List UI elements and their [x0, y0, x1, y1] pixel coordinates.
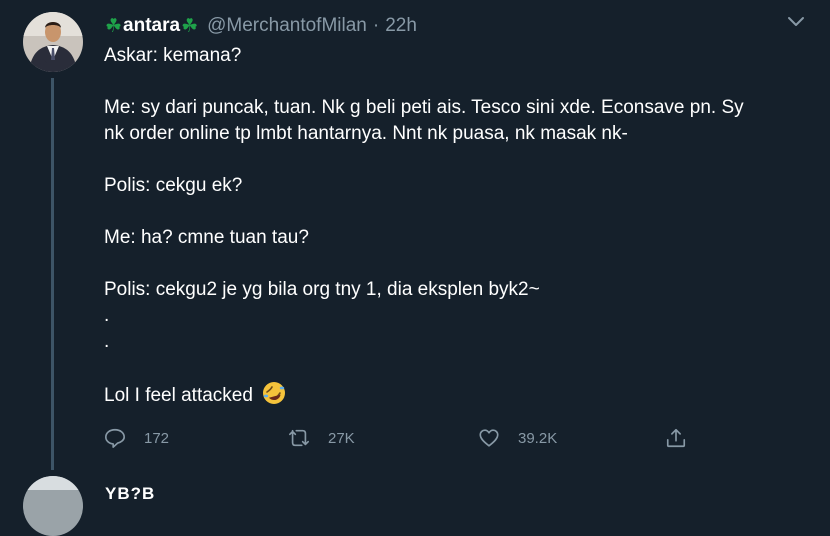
- tweet-line: .: [104, 331, 110, 352]
- share-button[interactable]: [665, 425, 687, 451]
- like-button[interactable]: 39.2K: [478, 425, 557, 451]
- tweet-line: [104, 147, 794, 173]
- tweet-text: Askar: kemana? Me: sy dari puncak, tuan.…: [104, 43, 794, 407]
- display-name[interactable]: ☘ antara ☘: [104, 15, 199, 38]
- tweet-line: .: [104, 305, 110, 326]
- timestamp[interactable]: 22h: [385, 15, 417, 37]
- tweet-line: nk order online tp lmbt hantarnya. Nnt n…: [104, 123, 628, 144]
- display-name-text: antara: [123, 15, 181, 36]
- separator-dot: ·: [372, 15, 380, 36]
- tweet-header: ☘ antara ☘ @MerchantofMilan · 22h: [104, 12, 417, 40]
- retweet-count: 27K: [328, 429, 355, 447]
- reply-icon: [105, 428, 125, 448]
- tweet-line: Me: ha? cmne tuan tau?: [104, 227, 309, 248]
- chevron-down-icon: [788, 17, 804, 26]
- reply-button[interactable]: 172: [104, 425, 169, 451]
- next-tweet-avatar[interactable]: [23, 476, 83, 536]
- heart-icon: [479, 429, 499, 447]
- tweet-line: [104, 251, 794, 277]
- profile-photo: [23, 476, 83, 536]
- rolling-on-floor-laughing-emoji: [263, 382, 286, 404]
- tweet[interactable]: ☘ antara ☘ @MerchantofMilan · 22h Askar:…: [0, 0, 830, 536]
- user-handle[interactable]: @MerchantofMilan: [207, 15, 367, 37]
- tweet-line: Me: sy dari puncak, tuan. Nk g beli peti…: [104, 97, 744, 118]
- tweet-line: Polis: cekgu ek?: [104, 175, 243, 196]
- like-count: 39.2K: [518, 429, 558, 447]
- thread-line: [51, 78, 54, 470]
- tweet-line-text: Lol I feel attacked: [104, 385, 253, 406]
- shamrock-icon: ☘: [105, 15, 123, 37]
- tweet-line: Askar: kemana?: [104, 45, 242, 66]
- tweet-line: [104, 199, 794, 225]
- retweet-icon: [289, 429, 309, 447]
- reply-count: 172: [144, 429, 170, 447]
- retweet-button[interactable]: 27K: [288, 425, 355, 451]
- more-options-button[interactable]: [786, 12, 806, 32]
- tweet-line: [104, 355, 794, 381]
- profile-photo: [23, 12, 83, 72]
- tweet-line: Polis: cekgu2 je yg bila org tny 1, dia …: [104, 279, 540, 300]
- tweet-last-line: Lol I feel attacked: [104, 381, 794, 407]
- share-icon: [666, 428, 686, 448]
- avatar[interactable]: [23, 12, 83, 72]
- tweet-line: [104, 69, 794, 95]
- next-tweet-display-name[interactable]: YB?B: [105, 484, 155, 504]
- shamrock-icon: ☘: [181, 15, 199, 37]
